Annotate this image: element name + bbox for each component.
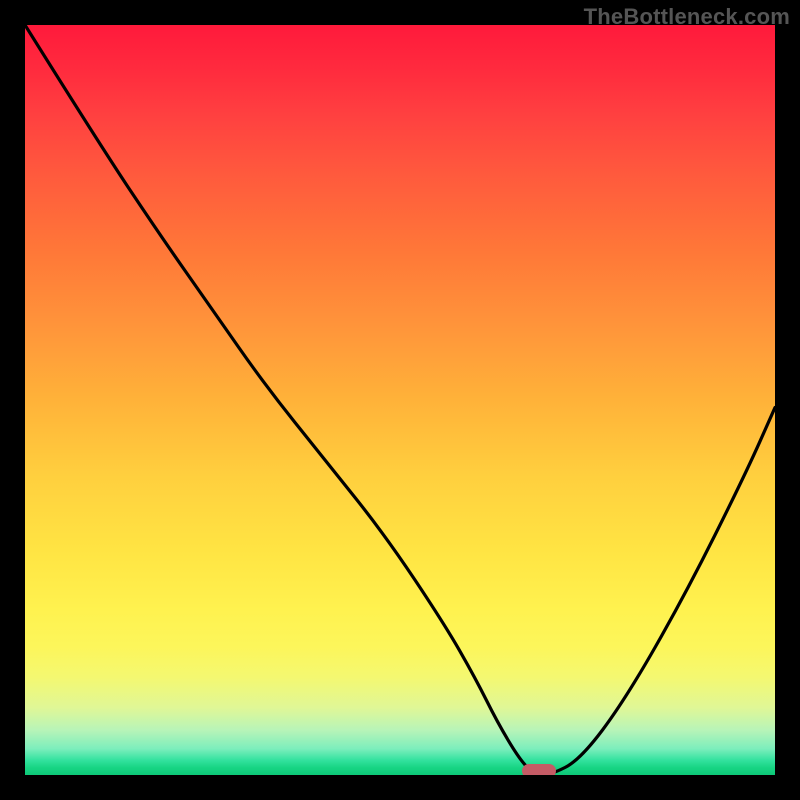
optimal-marker [522, 764, 556, 776]
curve-svg [25, 25, 775, 775]
bottleneck-curve [25, 25, 775, 775]
watermark-text: TheBottleneck.com [584, 4, 790, 30]
plot-area [25, 25, 775, 775]
chart-frame: TheBottleneck.com [0, 0, 800, 800]
